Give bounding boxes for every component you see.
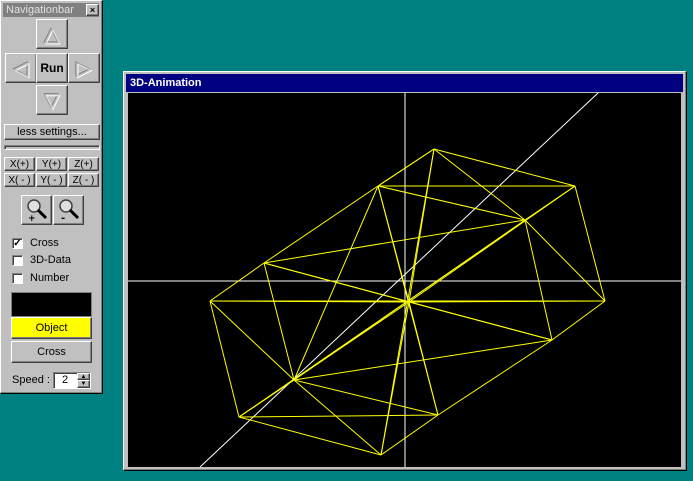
rotate-left-button[interactable]: ◁	[5, 53, 37, 83]
wire-edge	[293, 379, 439, 416]
triangle-left-icon: ◁	[13, 57, 29, 80]
wireframe-scene	[128, 93, 681, 467]
svg-text:+: +	[28, 214, 36, 222]
zoom-in-button[interactable]: +	[21, 195, 52, 225]
speed-down-button[interactable]: ▼	[77, 380, 90, 388]
wire-edge	[209, 262, 265, 302]
rotate-up-button[interactable]: △	[36, 19, 68, 49]
y-plus-button[interactable]: Y(+)	[36, 157, 67, 171]
cross-color-button[interactable]: Cross	[11, 341, 92, 363]
close-button[interactable]: ×	[86, 4, 99, 16]
speed-value: 2	[62, 374, 69, 386]
speed-up-button[interactable]: ▲	[77, 373, 90, 380]
number-checkbox-label: Number	[30, 272, 70, 284]
speed-label: Speed :	[12, 374, 50, 386]
zoom-in-icon: +	[26, 199, 47, 222]
cross-checkbox-label: Cross	[30, 237, 59, 249]
animation-window: 3D-Animation	[123, 71, 686, 470]
3d-data-checkbox-label: 3D-Data	[30, 254, 71, 266]
wire-edge	[437, 339, 553, 416]
rotate-right-button[interactable]: ▷	[68, 53, 100, 83]
svg-text:-: -	[61, 213, 65, 222]
less-settings-button[interactable]: less settings...	[4, 124, 100, 140]
wire-edge	[209, 300, 240, 418]
run-button[interactable]: Run	[36, 53, 68, 83]
wire-edge	[238, 414, 439, 418]
zoom-out-button[interactable]: -	[53, 195, 84, 225]
wire-edge	[263, 219, 526, 264]
y-minus-button[interactable]: Y( - )	[36, 173, 67, 187]
triangle-up-icon: △	[44, 23, 60, 46]
wire-edge	[377, 148, 435, 187]
3d-data-checkbox[interactable]	[12, 254, 23, 266]
wire-edge	[551, 300, 606, 341]
yellow-wireframe-object	[209, 148, 606, 456]
object-color-button[interactable]: Object	[11, 317, 92, 339]
animation-canvas[interactable]	[128, 93, 681, 467]
triangle-down-icon: ▽	[44, 89, 60, 112]
rotate-down-button[interactable]: ▽	[36, 85, 68, 115]
cross-checkbox-row[interactable]: ✓ Cross	[12, 236, 59, 250]
navbar-title: Navigationbar	[3, 3, 99, 17]
number-checkbox-row[interactable]: Number	[12, 271, 69, 285]
triangle-right-icon: ▷	[76, 57, 92, 80]
color-preview-swatch	[11, 292, 92, 317]
x-plus-button[interactable]: X(+)	[4, 157, 35, 171]
wire-edge	[209, 300, 295, 381]
close-icon: ×	[89, 5, 96, 15]
zoom-out-icon: -	[58, 199, 79, 222]
speed-spinner[interactable]: 2 ▲ ▼	[53, 372, 91, 389]
z-minus-button[interactable]: Z( - )	[68, 173, 99, 187]
wire-edge	[293, 339, 553, 381]
x-minus-button[interactable]: X( - )	[4, 173, 35, 187]
wire-edge	[574, 185, 606, 302]
z-plus-button[interactable]: Z(+)	[68, 157, 99, 171]
navigation-bar-window: Navigationbar × △ ◁ Run ▷ ▽ less setting…	[0, 0, 102, 393]
number-checkbox[interactable]	[12, 272, 23, 284]
3d-data-checkbox-row[interactable]: 3D-Data	[12, 253, 71, 267]
cross-checkbox[interactable]: ✓	[12, 237, 23, 249]
wire-edge	[380, 414, 439, 456]
animation-window-title: 3D-Animation	[126, 74, 683, 92]
divider	[4, 145, 100, 150]
wire-edge	[524, 219, 606, 302]
wire-edge	[524, 219, 553, 341]
